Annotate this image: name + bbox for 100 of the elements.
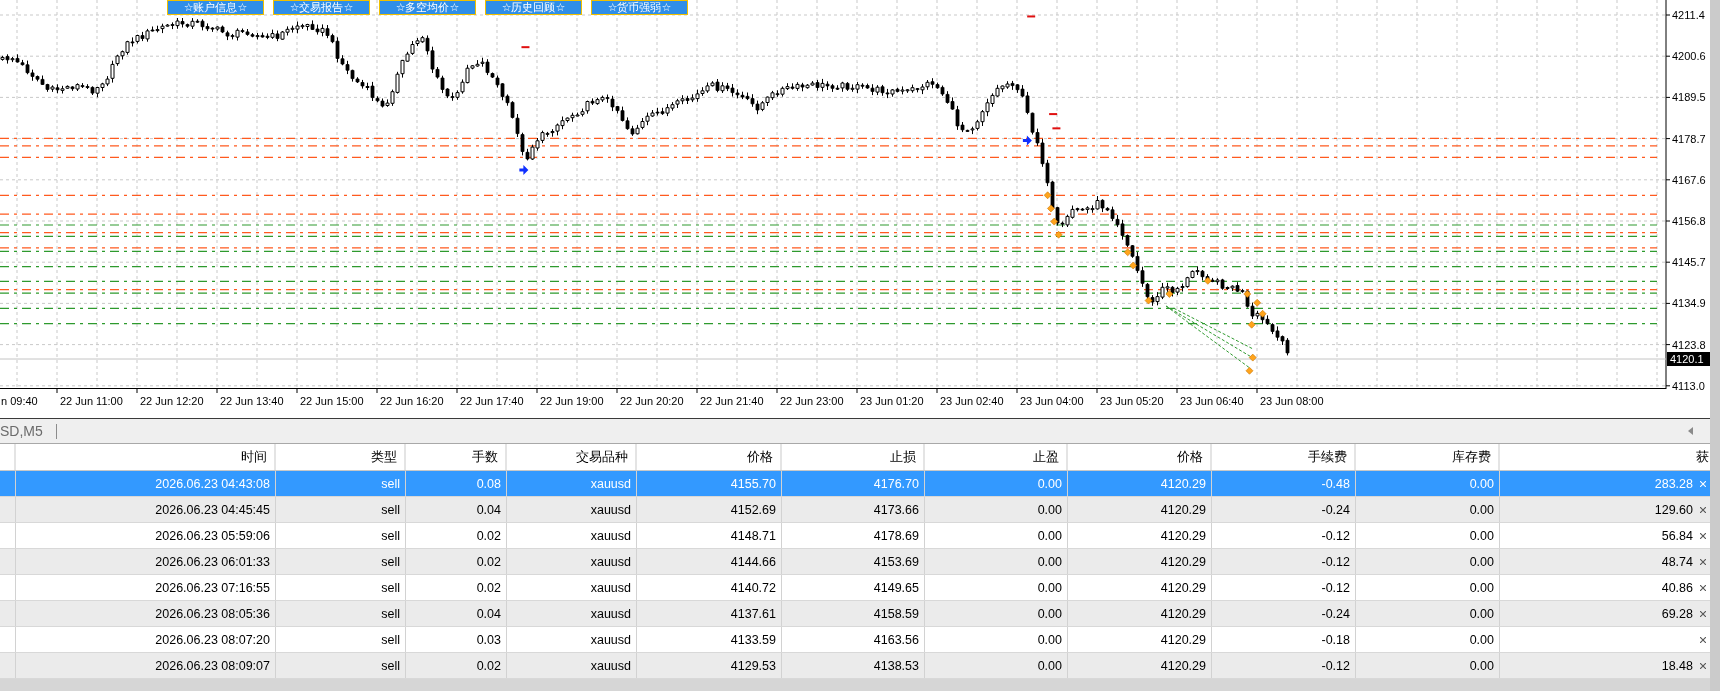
table-cell: 4148.71 xyxy=(637,523,782,548)
table-row[interactable]: 2026.06.23 06:01:33 sell 0.02 xauusd 4144.66 4153.69 0.00 4120.29 -0.12 0.00 48.74 xyxy=(0,549,1710,575)
dash-marker-icon xyxy=(521,46,530,49)
time-axis-label: 22 Jun 13:40 xyxy=(220,395,284,407)
table-cell-text: 40.86 xyxy=(1660,579,1694,597)
table-cell: 0.00 xyxy=(925,497,1068,522)
price-axis-label: 4200.6 xyxy=(1672,50,1706,63)
table-cell: 0.02 xyxy=(406,523,507,548)
table-cell: 0.00 xyxy=(1356,653,1500,678)
table-cell: 4138.53 xyxy=(782,653,925,678)
column-header[interactable]: 获 xyxy=(1500,444,1710,470)
time-axis-label: 23 Jun 01:20 xyxy=(860,395,924,407)
table-cell: 4120.29 xyxy=(1068,523,1212,548)
chart-tab[interactable]: SD,M5 xyxy=(0,423,56,439)
table-cell: 2026.06.23 07:16:55 xyxy=(16,575,276,600)
table-cell: 0.00 xyxy=(925,549,1068,574)
table-cell: 0.00 xyxy=(925,653,1068,678)
table-cell: 0.08 xyxy=(406,471,507,496)
table-cell: 2026.06.23 04:43:08 xyxy=(16,471,276,496)
table-row[interactable]: 2026.06.23 05:59:06 sell 0.02 xauusd 4148.71 4178.69 0.00 4120.29 -0.12 0.00 56.84 xyxy=(0,523,1710,549)
table-cell: sell xyxy=(276,601,406,626)
table-cell: xauusd xyxy=(507,549,637,574)
time-axis-label: 22 Jun 21:40 xyxy=(700,395,764,407)
time-axis-label: 22 Jun 12:20 xyxy=(140,395,204,407)
close-icon[interactable] xyxy=(1700,584,1706,591)
dash-marker-icon xyxy=(1052,127,1061,130)
table-cell: -0.12 xyxy=(1212,653,1356,678)
table-cell: 0.02 xyxy=(406,549,507,574)
diamond-icon xyxy=(1204,277,1212,285)
time-axis-label: 22 Jun 20:20 xyxy=(620,395,684,407)
time-axis-label: 22 Jun 23:00 xyxy=(780,395,844,407)
table-cell: 0.03 xyxy=(406,627,507,652)
close-icon[interactable] xyxy=(1700,662,1706,669)
table-cell: sell xyxy=(276,523,406,548)
table-cell: 4176.70 xyxy=(782,471,925,496)
table-cell-text: 129.60 xyxy=(1653,501,1694,519)
table-cell: 0.04 xyxy=(406,497,507,522)
table-cell: 0.00 xyxy=(1356,471,1500,496)
time-axis-label: n 09:40 xyxy=(1,395,38,407)
price-axis-label: 4134.9 xyxy=(1672,297,1706,310)
close-icon[interactable] xyxy=(1700,558,1706,565)
time-axis-label: 22 Jun 11:00 xyxy=(60,395,123,407)
current-price-label: 4120.1 xyxy=(1667,352,1710,366)
time-axis-label: 22 Jun 16:20 xyxy=(380,395,444,407)
table-row[interactable]: 2026.06.23 08:07:20 sell 0.03 xauusd 4133.59 4163.56 0.00 4120.29 -0.18 0.00 xyxy=(0,627,1710,653)
table-cell: xauusd xyxy=(507,653,637,678)
table-cell: xauusd xyxy=(507,471,637,496)
table-cell: 0.00 xyxy=(1356,575,1500,600)
table-cell: 0.00 xyxy=(1356,601,1500,626)
table-cell: 2026.06.23 08:05:36 xyxy=(16,601,276,626)
table-cell: sell xyxy=(276,627,406,652)
table-cell: 4120.29 xyxy=(1068,627,1212,652)
table-cell: 0.02 xyxy=(406,575,507,600)
time-axis-label: 23 Jun 04:00 xyxy=(1020,395,1084,407)
table-row[interactable]: 2026.06.23 07:16:55 sell 0.02 xauusd 4140.72 4149.65 0.00 4120.29 -0.12 0.00 40.86 xyxy=(0,575,1710,601)
table-cell: xauusd xyxy=(507,601,637,626)
price-axis-label: 4123.8 xyxy=(1672,338,1706,351)
close-icon[interactable] xyxy=(1700,636,1706,643)
time-axis-label: 23 Jun 06:40 xyxy=(1180,395,1244,407)
table-cell: 0.04 xyxy=(406,601,507,626)
table-cell: 2026.06.23 04:45:45 xyxy=(16,497,276,522)
price-axis-label: 4145.7 xyxy=(1672,256,1706,269)
table-cell: sell xyxy=(276,575,406,600)
table-cell: 4155.70 xyxy=(637,471,782,496)
table-cell-text: 56.84 xyxy=(1660,527,1694,545)
time-axis-label: 22 Jun 15:00 xyxy=(300,395,364,407)
table-cell: 4158.59 xyxy=(782,601,925,626)
close-icon[interactable] xyxy=(1700,532,1706,539)
table-cell: 4120.29 xyxy=(1068,653,1212,678)
table-cell: 4129.53 xyxy=(637,653,782,678)
table-cell: 0.00 xyxy=(1356,549,1500,574)
table-cell: 2026.06.23 08:09:07 xyxy=(16,653,276,678)
table-cell: 4133.59 xyxy=(637,627,782,652)
close-icon[interactable] xyxy=(1700,506,1706,513)
price-axis-label: 4167.6 xyxy=(1672,173,1706,186)
table-row[interactable]: 2026.06.23 08:09:07 sell 0.02 xauusd 4129.53 4138.53 0.00 4120.29 -0.12 0.00 18.48 xyxy=(0,653,1710,679)
table-cell: 4120.29 xyxy=(1068,549,1212,574)
table-cell: -0.18 xyxy=(1212,627,1356,652)
close-icon[interactable] xyxy=(1700,610,1706,617)
time-axis-label: 23 Jun 05:20 xyxy=(1100,395,1164,407)
table-cell: sell xyxy=(276,653,406,678)
table-cell: 4149.65 xyxy=(782,575,925,600)
table-row[interactable]: 2026.06.23 04:45:45 sell 0.04 xauusd 4152.69 4173.66 0.00 4120.29 -0.24 0.00 129.60 xyxy=(0,497,1710,523)
table-cell: -0.48 xyxy=(1212,471,1356,496)
table-cell: 4120.29 xyxy=(1068,471,1212,496)
table-cell: 2026.06.23 06:01:33 xyxy=(16,549,276,574)
table-cell: sell xyxy=(276,497,406,522)
table-cell: 0.00 xyxy=(1356,497,1500,522)
time-axis-label: 22 Jun 19:00 xyxy=(540,395,604,407)
left-arrow-icon[interactable] xyxy=(1688,427,1693,435)
table-cell: xauusd xyxy=(507,575,637,600)
table-cell: 0.00 xyxy=(925,601,1068,626)
table-cell: -0.12 xyxy=(1212,523,1356,548)
table-row[interactable]: 2026.06.23 08:05:36 sell 0.04 xauusd 4137.61 4158.59 0.00 4120.29 -0.24 0.00 69.28 xyxy=(0,601,1710,627)
diamond-icon xyxy=(1144,296,1153,305)
dash-marker-icon xyxy=(1049,113,1058,116)
table-cell: xauusd xyxy=(507,627,637,652)
price-axis-label: 4178.7 xyxy=(1672,132,1706,145)
right-arrow-icon xyxy=(1022,135,1032,146)
table-cell: 0.00 xyxy=(925,627,1068,652)
